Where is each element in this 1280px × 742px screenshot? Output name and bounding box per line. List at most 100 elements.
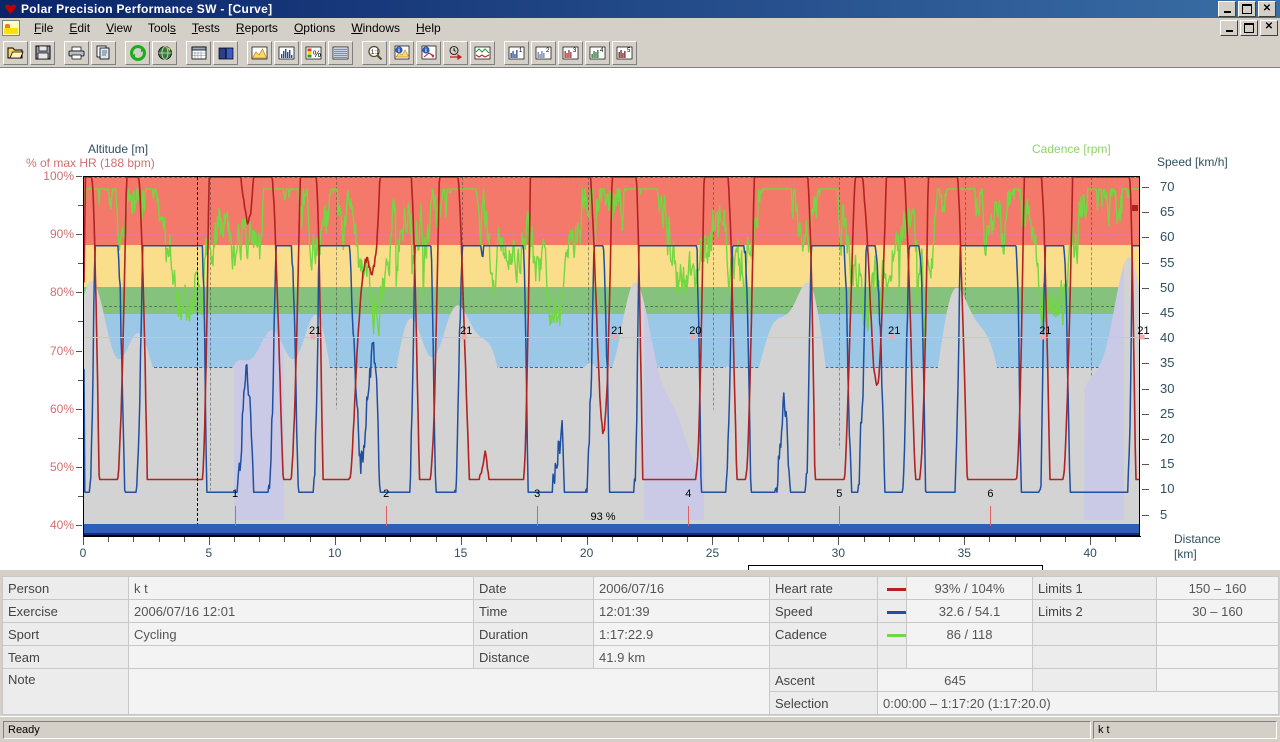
speed-axis-title: Speed [km/h] [1157, 155, 1228, 169]
cell-duration-key: Duration [473, 622, 594, 646]
curve-chart-icon[interactable] [247, 40, 272, 65]
bar-chart-icon[interactable] [274, 40, 299, 65]
lap-label-4: 4 [685, 488, 692, 500]
x-tick [712, 537, 714, 545]
report-2-icon[interactable]: 2 [531, 40, 556, 65]
table-row: Note Ascent 645 [2, 668, 1279, 715]
x-tick [485, 537, 487, 542]
x-tick [1014, 537, 1016, 542]
cell-note-key: Note [2, 668, 129, 715]
x-tick [939, 537, 941, 542]
info-curve-icon[interactable]: i [389, 40, 414, 65]
speed-swatch-icon [887, 610, 906, 614]
cell-date-value[interactable]: 2006/07/16 [593, 576, 770, 600]
distance-axis-title: Distance [km] [1174, 532, 1221, 561]
mdi-close-button[interactable]: ✕ [1260, 19, 1278, 36]
speed-tick-mark [1142, 464, 1149, 466]
distance-tick-25: 25 [705, 546, 720, 560]
menu-item-file[interactable]: FFileile [26, 20, 61, 36]
open-file-icon[interactable] [3, 40, 28, 65]
menu-item-help[interactable]: Help [408, 20, 449, 36]
cell-duration-value[interactable]: 1:17:22.9 [593, 622, 770, 646]
report-1-icon[interactable]: 1 [504, 40, 529, 65]
menu-item-reports[interactable]: Reports [228, 20, 286, 36]
hr-tick-mark [76, 525, 82, 526]
cell-sport-value[interactable]: Cycling [128, 622, 474, 646]
x-tick [913, 537, 915, 542]
x-tick [1115, 537, 1117, 542]
x-tick [662, 537, 664, 542]
diary-icon[interactable] [213, 40, 238, 65]
hr-tick-70%: 70% [49, 343, 74, 358]
hr-tick-mark [76, 466, 82, 468]
menu-item-view[interactable]: View [98, 20, 140, 36]
lap-label-6: 6 [987, 488, 994, 500]
cell-empty-9 [1156, 668, 1279, 692]
x-tick [410, 537, 412, 542]
mdi-restore-button[interactable] [1240, 19, 1258, 36]
menu-item-edit[interactable]: Edit [61, 20, 98, 36]
lap-marker-5 [839, 506, 841, 526]
menu-item-options[interactable]: Options [286, 20, 343, 36]
x-tick [788, 537, 789, 542]
cell-cadence-key: Cadence [769, 622, 878, 646]
cell-limits1-key: Limits 1 [1032, 576, 1157, 600]
report-4-icon[interactable]: 4 [585, 40, 610, 65]
speed-tick-40: 40 [1160, 330, 1175, 346]
trend-icon[interactable] [470, 40, 495, 65]
mdi-minimize-button[interactable] [1220, 19, 1238, 36]
save-icon[interactable] [30, 40, 55, 65]
cursor-line[interactable] [197, 177, 198, 526]
mdi-window-controls: ✕ [1220, 19, 1280, 36]
chart-plot-area[interactable]: 21 21 21 20 21 21 21 123456 93 % [83, 176, 1150, 536]
calendar-icon[interactable] [186, 40, 211, 65]
cursor-values-block: Cursor values: Time: 0:07:40 HR: 195 bpm… [85, 568, 234, 570]
menu-item-tools[interactable]: Tools [140, 20, 184, 36]
menu-item-tests[interactable]: Tests [184, 20, 228, 36]
copy-icon[interactable] [91, 40, 116, 65]
cell-date-key: Date [473, 576, 594, 600]
cell-time-value[interactable]: 12:01:39 [593, 599, 770, 623]
table-row: Exercise 2006/07/16 12:01 Time 12:01:39 … [2, 599, 1279, 623]
x-tick [385, 537, 387, 542]
x-tick [234, 537, 236, 542]
descent-label: Descent: 62 m [505, 568, 582, 570]
speed-tick-20: 20 [1160, 431, 1175, 446]
restore-button[interactable] [1238, 1, 1256, 17]
cell-heart-rate-key: Heart rate [769, 576, 878, 600]
cell-distance-value[interactable]: 41.9 km [593, 645, 770, 669]
cell-empty-5 [906, 645, 1033, 669]
speed-tick-mark [1142, 237, 1149, 239]
cell-distance-key: Distance [473, 645, 594, 669]
report-3-icon[interactable]: 3 [558, 40, 583, 65]
x-tick [158, 537, 160, 542]
minimize-button[interactable] [1218, 1, 1236, 17]
table-icon[interactable] [328, 40, 353, 65]
inline-percent-label: 93 % [590, 511, 616, 523]
close-button[interactable]: ✕ [1258, 1, 1276, 17]
zone-percent-icon[interactable]: % [301, 40, 326, 65]
speed-tick-70: 70 [1160, 179, 1175, 194]
slope-dist-0: 13.621 km [864, 568, 926, 570]
globe-icon[interactable] [152, 40, 177, 65]
report-5-icon[interactable]: 5 [612, 40, 637, 65]
compare-icon[interactable] [443, 40, 468, 65]
menu-item-windows[interactable]: Windows [343, 20, 408, 36]
cell-team-value[interactable] [128, 645, 474, 669]
print-icon[interactable] [64, 40, 89, 65]
speed-swatch-cell [877, 599, 907, 623]
x-tick [838, 537, 840, 545]
temperature-label-5: 21 [1039, 325, 1052, 337]
x-tick [183, 537, 185, 542]
cell-note-value[interactable] [128, 668, 770, 715]
window-title: Polar Precision Performance SW - [Curve] [21, 2, 273, 16]
distance-tick-40: 40 [1083, 546, 1097, 560]
zoom-icon[interactable]: 1:1 [362, 40, 387, 65]
hr-tick-40%: 40% [49, 518, 74, 532]
x-tick [737, 537, 739, 542]
refresh-icon[interactable] [125, 40, 150, 65]
info-point-icon[interactable]: i [416, 40, 441, 65]
cell-person-value[interactable]: k t [128, 576, 474, 600]
heart-rate-swatch-icon [887, 587, 906, 591]
cell-exercise-value[interactable]: 2006/07/16 12:01 [128, 599, 474, 623]
